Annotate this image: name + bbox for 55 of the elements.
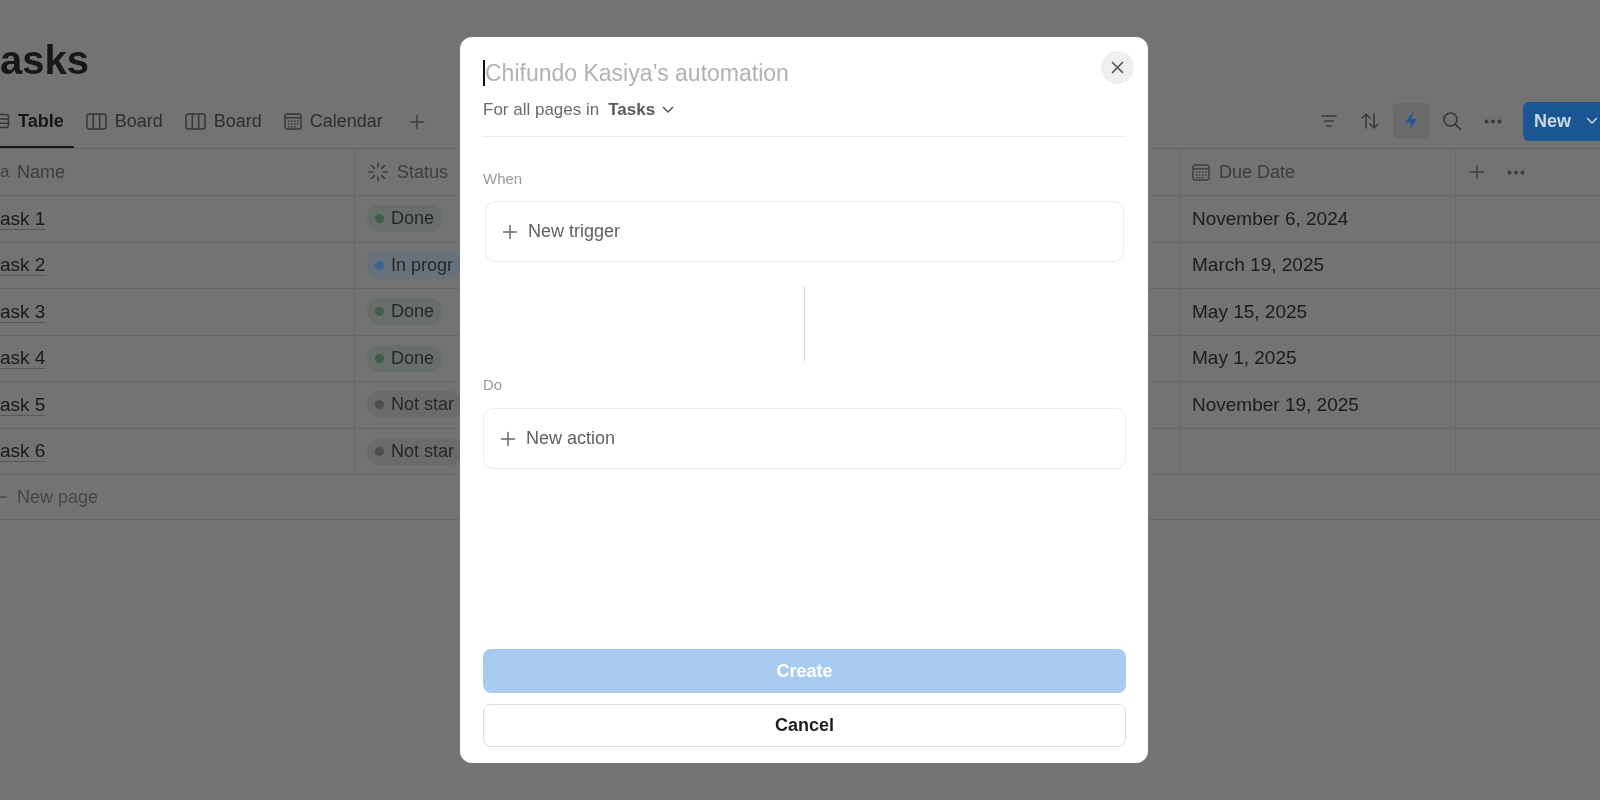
plus-icon (408, 114, 425, 130)
page-link[interactable]: ask 6 (0, 440, 46, 463)
sort-icon (1360, 112, 1380, 130)
table-icon (0, 113, 10, 129)
cancel-button[interactable]: Cancel (483, 704, 1126, 747)
more-icon (1484, 118, 1502, 124)
chevron-down-icon (662, 106, 675, 114)
database-dropdown[interactable]: Tasks (608, 100, 675, 120)
due-date: May 1, 2025 (1192, 347, 1297, 370)
plus-icon (500, 430, 516, 447)
automation-name-field[interactable]: Chifundo Kasiya’s automation (485, 59, 1070, 87)
close-icon (1111, 61, 1124, 74)
status-label: Done (391, 208, 435, 230)
view-tab[interactable]: Board (79, 100, 173, 148)
due-date: May 15, 2025 (1192, 300, 1308, 323)
column-options-button[interactable] (1507, 169, 1525, 175)
text-cursor-icon (483, 60, 485, 86)
page-link[interactable]: ask 2 (0, 254, 46, 277)
automation-button[interactable] (1393, 103, 1429, 139)
view-tab[interactable]: Board (178, 100, 272, 148)
status-label: In progr (391, 254, 454, 276)
due-date: November 6, 2024 (1192, 207, 1349, 230)
calendar-icon (283, 112, 302, 130)
plus-icon (502, 223, 518, 240)
scope-label: For all pages in (483, 100, 600, 120)
board-icon (184, 112, 206, 130)
status-label: Done (391, 301, 435, 323)
page-link[interactable]: ask 3 (0, 300, 46, 323)
chevron-down-icon (1586, 117, 1598, 125)
add-column-button[interactable] (1469, 164, 1485, 180)
lightning-icon (1404, 111, 1418, 131)
status-label: Not star (391, 440, 455, 462)
page-link[interactable]: ask 4 (0, 347, 46, 370)
status-label: Not star (391, 394, 455, 416)
add-step-button[interactable]: New trigger (485, 201, 1124, 262)
search-icon (1442, 111, 1462, 131)
close-button[interactable] (1101, 51, 1134, 84)
more-icon (1507, 169, 1525, 175)
calendar-icon (1192, 163, 1210, 181)
board-icon (85, 112, 107, 130)
section-label: Do (483, 375, 503, 395)
due-date: November 19, 2025 (1192, 393, 1359, 416)
new-button[interactable]: New (1523, 101, 1600, 141)
filter-icon (1320, 113, 1338, 129)
plus-icon (1469, 164, 1485, 180)
status-label: Done (391, 347, 435, 369)
spinner-icon (367, 161, 389, 183)
due-date: March 19, 2025 (1192, 254, 1325, 277)
view-tab[interactable]: Calendar (277, 100, 393, 148)
view-tab[interactable]: Table (0, 100, 74, 148)
section-label: When (483, 169, 523, 189)
page-link[interactable]: ask 5 (0, 393, 46, 416)
page-link[interactable]: ask 1 (0, 207, 46, 230)
add-step-button[interactable]: New action (483, 408, 1126, 469)
page-title: asks (0, 37, 89, 84)
